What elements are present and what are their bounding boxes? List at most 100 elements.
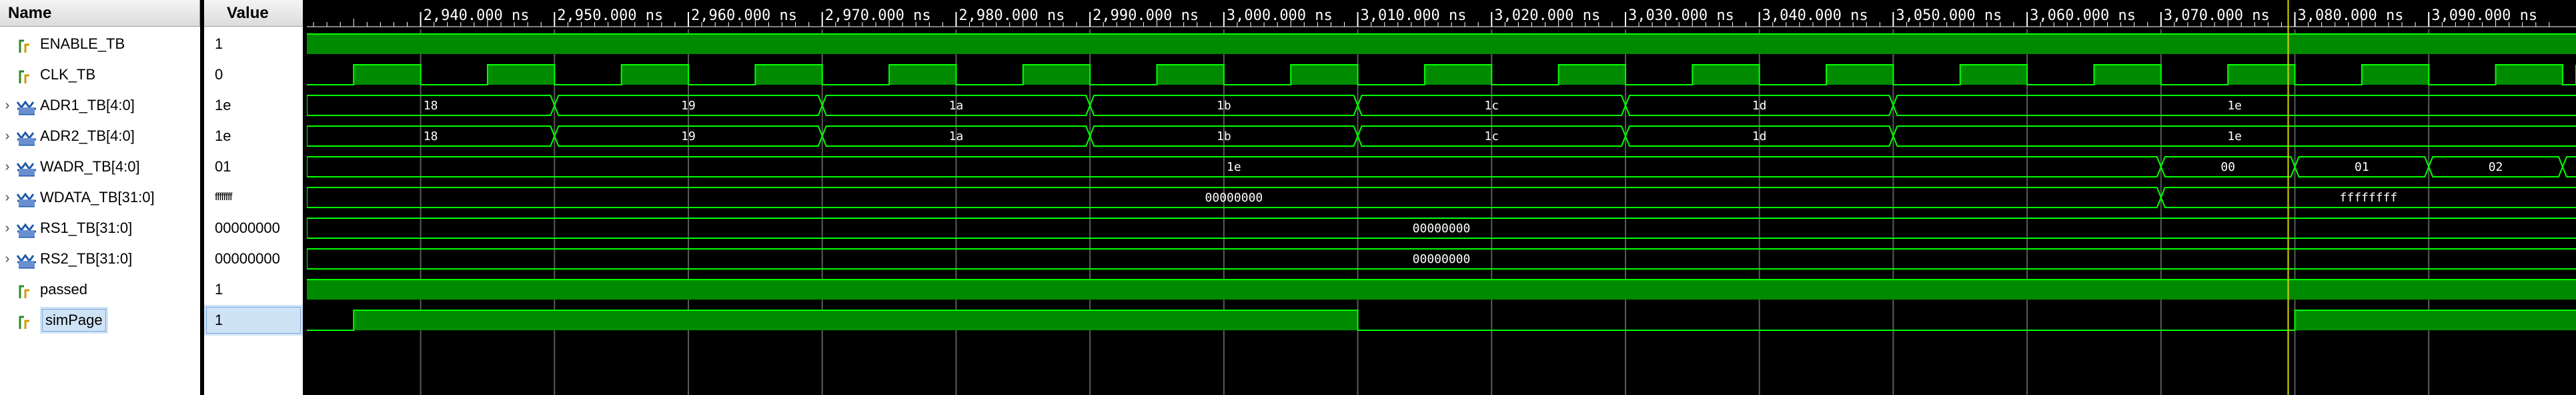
signal-value: 1e xyxy=(215,127,231,144)
expand-arrow-icon[interactable]: › xyxy=(3,244,12,274)
waveform-high-fill xyxy=(354,65,421,85)
signal-row[interactable]: › ADR1_TB[4:0] xyxy=(0,90,200,121)
signal-row[interactable]: › RS1_TB[31:0] xyxy=(0,213,200,244)
waveform-high-fill xyxy=(1424,65,1492,85)
ruler-tick-label: 2,980.000 ns xyxy=(958,7,1065,24)
bus-value-label: ffffffff xyxy=(2340,191,2398,205)
waveform-high-fill xyxy=(2495,65,2563,85)
bus-value-label: 02 xyxy=(2489,160,2503,174)
waveform-high-fill xyxy=(1157,65,1224,85)
waveform-high-fill xyxy=(1558,65,1626,85)
ruler-tick-label: 3,030.000 ns xyxy=(1628,7,1734,24)
name-column-header[interactable]: Name xyxy=(0,0,200,27)
bus-value-label: 00000000 xyxy=(1413,222,1471,236)
ruler-tick-label: 3,070.000 ns xyxy=(2164,7,2270,24)
ruler-tick-label: 2,960.000 ns xyxy=(691,7,797,24)
scalar-signal-icon xyxy=(16,312,37,329)
bus-signal-icon xyxy=(16,189,37,208)
signal-row[interactable]: passed xyxy=(0,274,200,305)
signal-row[interactable]: › WADR_TB[4:0] xyxy=(0,151,200,182)
signal-name: simPage xyxy=(40,307,108,334)
ruler-tick-label: 2,950.000 ns xyxy=(557,7,663,24)
signal-row[interactable]: ENABLE_TB xyxy=(0,29,200,59)
waveform-high-fill xyxy=(307,34,2576,54)
ruler-tick-label: 3,090.000 ns xyxy=(2431,7,2537,24)
expand-arrow-icon[interactable]: › xyxy=(3,121,12,151)
waveform-high-fill xyxy=(307,280,2576,300)
expand-arrow-icon[interactable]: › xyxy=(3,213,12,244)
bus-value-label: 19 xyxy=(681,129,696,143)
waveform-high-fill xyxy=(755,65,822,85)
ruler-tick-label: 2,970.000 ns xyxy=(825,7,931,24)
signal-value: 1 xyxy=(215,281,223,298)
waveform-viewer[interactable]: 2,940.000 ns 2,950.000 ns 2,960.000 ns 2,97… xyxy=(307,0,2576,395)
bus-value-label: 01 xyxy=(2355,160,2369,174)
ruler-tick-label: 3,080.000 ns xyxy=(2298,7,2404,24)
signal-row[interactable]: simPage xyxy=(0,305,200,336)
waveform-high-fill xyxy=(354,310,1358,330)
signal-name: ADR2_TB[4:0] xyxy=(40,127,135,144)
bus-value-label: 00000000 xyxy=(1205,191,1263,205)
signal-name: CLK_TB xyxy=(40,66,96,83)
ruler-tick-label: 3,000.000 ns xyxy=(1227,7,1333,24)
bus-value-label: 1d xyxy=(1752,129,1767,143)
bus-signal-icon xyxy=(16,97,37,115)
bus-signal-icon xyxy=(16,127,37,146)
signal-name: RS1_TB[31:0] xyxy=(40,220,133,236)
signal-value: 01 xyxy=(215,158,231,175)
value-column-header[interactable]: Value xyxy=(204,0,303,27)
waveform-high-fill xyxy=(2094,65,2161,85)
scalar-signal-icon xyxy=(16,35,37,53)
signal-name: RS2_TB[31:0] xyxy=(40,250,133,267)
signal-value: 00000000 xyxy=(215,220,280,236)
expand-arrow-icon[interactable]: › xyxy=(3,182,12,213)
signal-row[interactable]: › WDATA_TB[31:0] xyxy=(0,182,200,213)
signal-value: 1 xyxy=(215,35,223,52)
scalar-signal-icon xyxy=(16,66,37,83)
bus-value-label: 1b xyxy=(1217,129,1231,143)
waveform-high-fill xyxy=(1826,65,1894,85)
bus-value-label: 18 xyxy=(424,129,438,143)
ruler-tick-label: 3,010.000 ns xyxy=(1361,7,1467,24)
signal-value: ffffffff xyxy=(215,191,233,203)
waveform-high-fill xyxy=(2361,65,2429,85)
bus-value-label: 1e xyxy=(1227,160,1241,174)
waveform-high-fill xyxy=(1291,65,1358,85)
bus-signal-icon xyxy=(16,158,37,177)
ruler-tick-label: 3,020.000 ns xyxy=(1494,7,1600,24)
signal-row[interactable]: › ADR2_TB[4:0] xyxy=(0,121,200,151)
scalar-signal-icon xyxy=(16,281,37,298)
bus-value-label: 00000000 xyxy=(1413,252,1471,266)
signal-list-panel: Name Value ENABLE_TB 1 CLK_TB 0 › ADR1_TB[4:0… xyxy=(0,0,307,395)
signal-name: WDATA_TB[31:0] xyxy=(40,189,155,206)
bus-value-label: 00 xyxy=(2220,160,2235,174)
signal-name: passed xyxy=(40,281,87,298)
waveform-high-fill xyxy=(1023,65,1091,85)
bus-value-label: 1e xyxy=(2227,99,2242,113)
bus-value-label: 1a xyxy=(949,129,964,143)
ruler-tick-label: 3,040.000 ns xyxy=(1762,7,1868,24)
ruler-tick-label: 3,060.000 ns xyxy=(2030,7,2136,24)
waveform-high-fill xyxy=(1960,65,2028,85)
waveform-high-fill xyxy=(1692,65,1760,85)
ruler-tick-label: 2,990.000 ns xyxy=(1093,7,1199,24)
ruler-tick-label: 2,940.000 ns xyxy=(424,7,530,24)
signal-value: 1e xyxy=(215,97,231,113)
bus-signal-icon xyxy=(16,250,37,269)
ruler-tick-label: 3,050.000 ns xyxy=(1896,7,2002,24)
bus-value-label: 18 xyxy=(424,99,438,113)
waveform-high-fill xyxy=(889,65,956,85)
bus-value-label: 1b xyxy=(1217,99,1231,113)
expand-arrow-icon[interactable]: › xyxy=(3,90,12,121)
bus-value-label: 1a xyxy=(949,99,964,113)
bus-segment xyxy=(2562,156,2576,177)
signal-value: 1 xyxy=(204,305,303,336)
signal-row[interactable]: CLK_TB xyxy=(0,59,200,90)
expand-arrow-icon[interactable]: › xyxy=(3,151,12,182)
waveform-high-fill xyxy=(621,65,689,85)
waveform-high-fill xyxy=(2295,310,2576,330)
signal-row[interactable]: › RS2_TB[31:0] xyxy=(0,244,200,274)
bus-value-label: 19 xyxy=(681,99,696,113)
signal-name: ENABLE_TB xyxy=(40,35,125,52)
waveform-high-fill xyxy=(487,65,555,85)
